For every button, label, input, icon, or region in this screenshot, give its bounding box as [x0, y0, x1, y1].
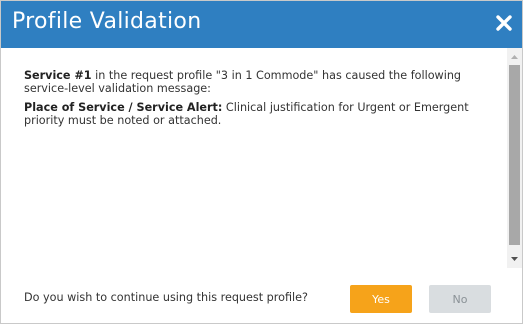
- scroll-up-arrow-icon[interactable]: [507, 50, 522, 64]
- dialog-title: Profile Validation: [12, 9, 202, 34]
- scrollbar-thumb[interactable]: [509, 65, 520, 245]
- scroll-down-arrow-icon[interactable]: [507, 252, 522, 266]
- no-button[interactable]: No: [429, 285, 491, 313]
- yes-button[interactable]: Yes: [350, 285, 412, 313]
- alert-label: Place of Service / Service Alert:: [24, 101, 223, 114]
- content-scrollbar[interactable]: [507, 48, 522, 268]
- continue-question: Do you wish to continue using this reque…: [24, 291, 308, 304]
- alert-message-paragraph: Place of Service / Service Alert: Clinic…: [24, 101, 494, 127]
- profile-validation-dialog: Profile Validation Service #1 in the req…: [0, 0, 523, 324]
- service-label: Service #1: [24, 69, 92, 82]
- dialog-content: Service #1 in the request profile "3 in …: [1, 48, 507, 268]
- service-message-paragraph: Service #1 in the request profile "3 in …: [24, 69, 494, 95]
- dialog-footer: Do you wish to continue using this reque…: [1, 268, 522, 323]
- dialog-titlebar: Profile Validation: [1, 1, 522, 48]
- close-icon[interactable]: [495, 14, 513, 32]
- validation-message: Service #1 in the request profile "3 in …: [24, 69, 494, 133]
